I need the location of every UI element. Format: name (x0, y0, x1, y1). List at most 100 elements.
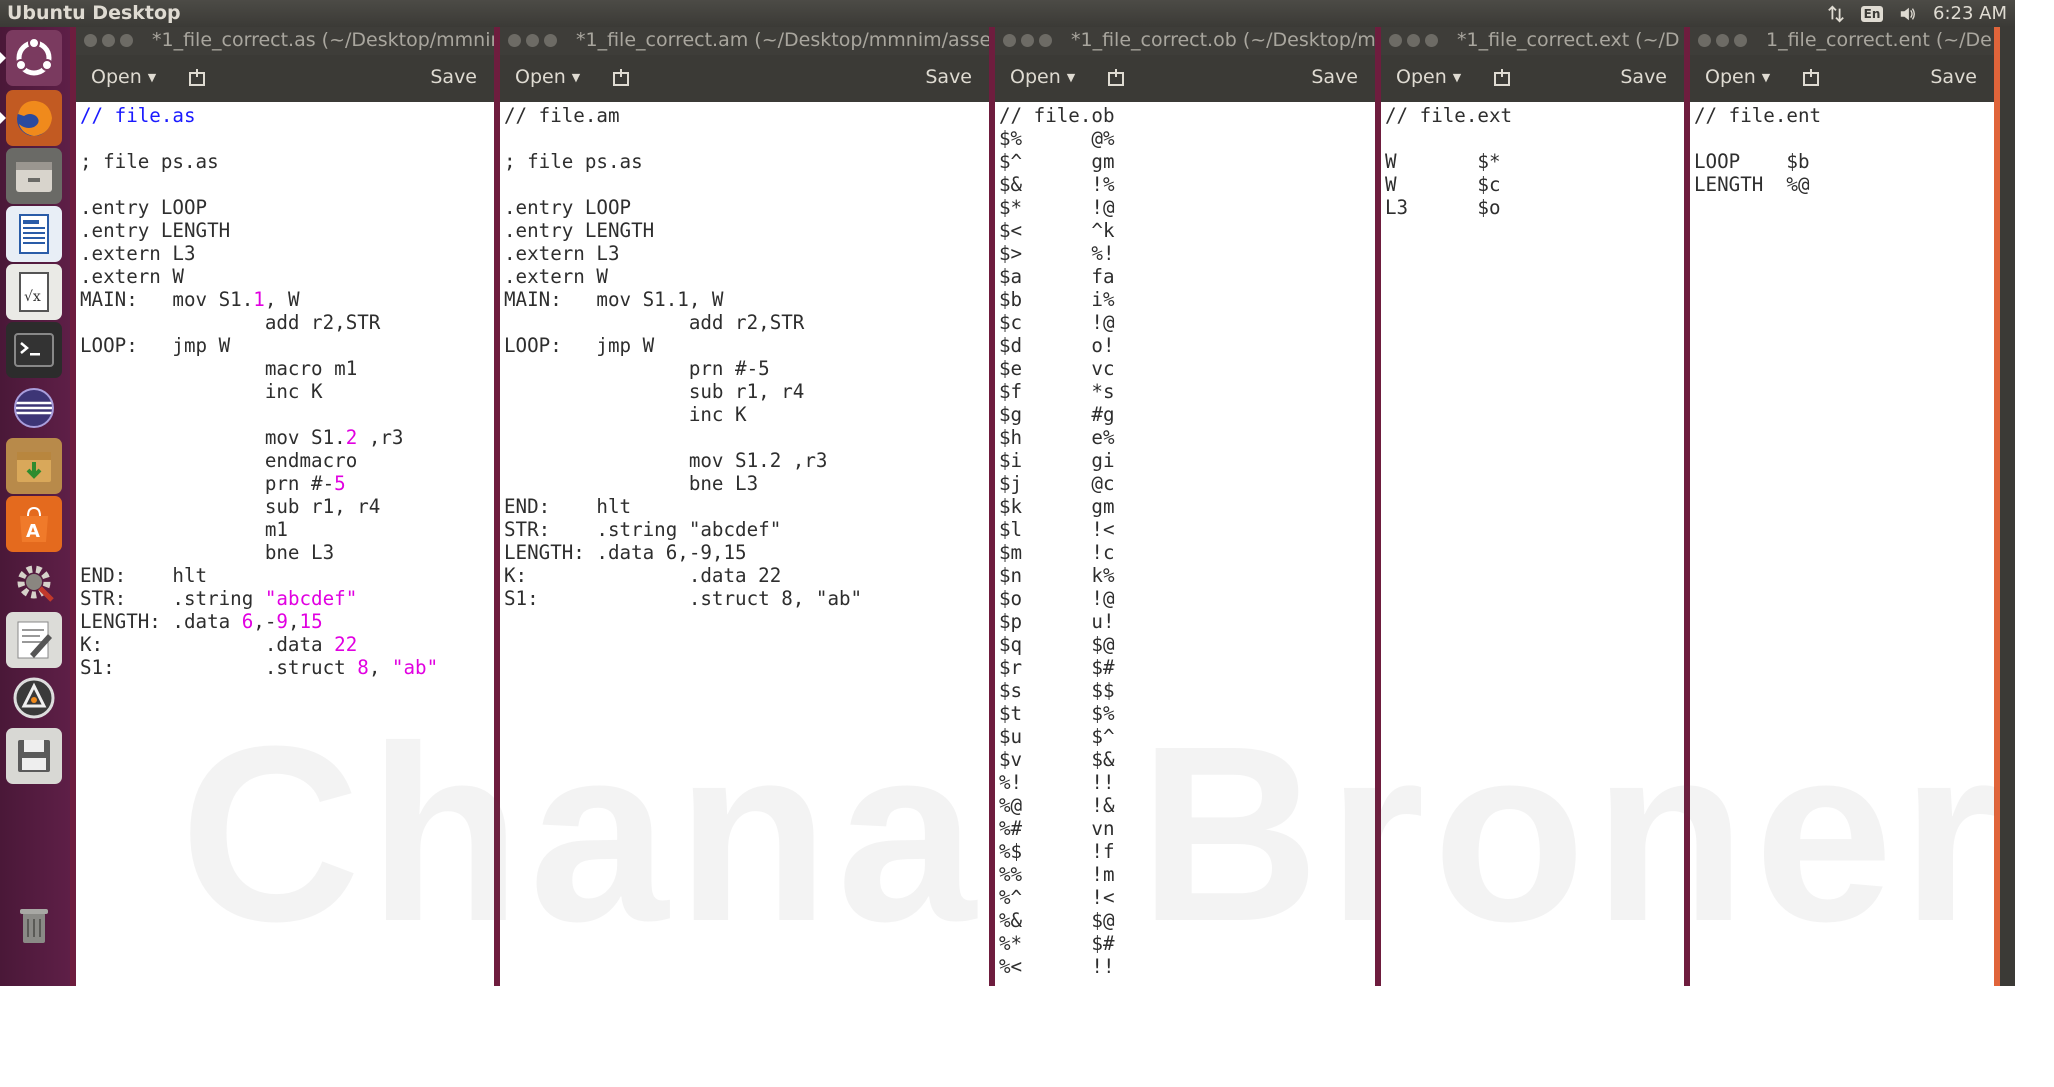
open-button[interactable]: Open ▼ (91, 66, 156, 88)
close-window-button[interactable] (84, 34, 97, 47)
save-button[interactable]: Save (430, 66, 477, 88)
maximize-window-button[interactable] (1734, 34, 1747, 47)
archive-manager-icon[interactable] (6, 438, 62, 494)
save-drive-icon[interactable] (6, 728, 62, 784)
minimize-window-button[interactable] (1021, 34, 1034, 47)
code-token: 1 (253, 288, 265, 311)
code-token: %% !m (999, 863, 1115, 886)
new-document-icon[interactable] (1492, 68, 1512, 88)
window-titlebar[interactable]: *1_file_correct.ext (~/D (1381, 27, 1684, 55)
text-editor-content[interactable]: // file.ob $% @% $^ gm $& !% $* !@ $< ^k $> %!… (995, 102, 1375, 986)
editor-toolbar: Open ▼ Save (500, 55, 989, 102)
code-line: macro m1 (80, 357, 494, 380)
trash-icon[interactable] (6, 897, 62, 953)
network-arrows-icon[interactable] (1825, 4, 1847, 24)
writer-icon[interactable] (6, 206, 62, 262)
code-token: STR: .string (80, 587, 265, 610)
code-line: %& $@ (999, 909, 1375, 932)
code-token: END: hlt (504, 495, 632, 518)
text-editor-icon[interactable] (6, 612, 62, 668)
text-editor-content[interactable]: // file.as ; file ps.as .entry LOOP .entry … (76, 102, 494, 986)
maximize-window-button[interactable] (544, 34, 557, 47)
system-settings-icon[interactable] (6, 554, 62, 610)
code-token: $r $# (999, 656, 1115, 679)
minimize-window-button[interactable] (526, 34, 539, 47)
close-window-button[interactable] (1003, 34, 1016, 47)
open-button[interactable]: Open ▼ (515, 66, 580, 88)
code-line: $q $@ (999, 633, 1375, 656)
open-button[interactable]: Open ▼ (1705, 66, 1770, 88)
ubuntu-dash-icon[interactable] (0, 30, 62, 86)
maximize-window-button[interactable] (120, 34, 133, 47)
editor-window-as: *1_file_correct.as (~/Desktop/mmnim Open… (76, 27, 494, 986)
window-titlebar[interactable]: *1_file_correct.ob (~/Desktop/m (995, 27, 1375, 55)
editor-window-ext: *1_file_correct.ext (~/D Open ▼ Save // f… (1381, 27, 1684, 986)
minimize-window-button[interactable] (102, 34, 115, 47)
code-token: LENGTH: .data (80, 610, 242, 633)
code-token: prn #- (80, 472, 335, 495)
close-window-button[interactable] (508, 34, 521, 47)
close-window-button[interactable] (1389, 34, 1402, 47)
new-document-icon[interactable] (1801, 68, 1821, 88)
code-token: $d o! (999, 334, 1115, 357)
code-line: $b i% (999, 288, 1375, 311)
save-button[interactable]: Save (1930, 66, 1977, 88)
keyboard-layout-indicator[interactable]: En (1860, 4, 1884, 24)
editor-window-ob: *1_file_correct.ob (~/Desktop/m Open ▼ Sa… (995, 27, 1375, 986)
window-title: *1_file_correct.as (~/Desktop/mmnim (152, 29, 494, 51)
text-editor-content[interactable]: // file.ent LOOP $b LENGTH %@ (1690, 102, 1994, 986)
code-token: $q $@ (999, 633, 1115, 656)
code-token: ,- (253, 610, 277, 633)
code-line: .extern W (80, 265, 494, 288)
code-line: $n k% (999, 564, 1375, 587)
code-token: $* !@ (999, 196, 1115, 219)
code-line: inc K (80, 380, 494, 403)
open-button[interactable]: Open ▼ (1010, 66, 1075, 88)
code-line: inc K (504, 403, 989, 426)
window-titlebar[interactable]: 1_file_correct.ent (~/De (1690, 27, 1994, 55)
code-token: add r2,STR (504, 311, 805, 334)
clock[interactable]: 6:23 AM (1933, 3, 2007, 24)
open-button[interactable]: Open ▼ (1396, 66, 1461, 88)
new-document-icon[interactable] (187, 68, 207, 88)
eclipse-icon[interactable] (6, 380, 62, 436)
editor-toolbar: Open ▼ Save (1381, 55, 1684, 102)
code-line: prn #-5 (504, 357, 989, 380)
save-button[interactable]: Save (1311, 66, 1358, 88)
code-token: prn #-5 (504, 357, 770, 380)
maximize-window-button[interactable] (1425, 34, 1438, 47)
code-line: $r $# (999, 656, 1375, 679)
minimize-window-button[interactable] (1407, 34, 1420, 47)
code-line: END: hlt (504, 495, 989, 518)
code-token: MAIN: mov S1.1, W (504, 288, 724, 311)
volume-icon[interactable] (1897, 4, 1919, 24)
code-line: $& !% (999, 173, 1375, 196)
code-line: .extern L3 (80, 242, 494, 265)
minimize-window-button[interactable] (1716, 34, 1729, 47)
code-token: %* $# (999, 932, 1115, 955)
save-button[interactable]: Save (1620, 66, 1667, 88)
software-center-icon[interactable]: A (6, 496, 62, 552)
window-titlebar[interactable]: *1_file_correct.am (~/Desktop/mmnim/asse (500, 27, 989, 55)
code-line: $h e% (999, 426, 1375, 449)
code-token: K: .data 22 (504, 564, 782, 587)
code-token: // file.ent (1694, 104, 1822, 127)
new-document-icon[interactable] (611, 68, 631, 88)
maximize-window-button[interactable] (1039, 34, 1052, 47)
close-window-button[interactable] (1698, 34, 1711, 47)
code-line: prn #-5 (80, 472, 494, 495)
text-editor-content[interactable]: // file.am ; file ps.as .entry LOOP .entry … (500, 102, 989, 986)
terminal-icon[interactable] (6, 322, 62, 378)
files-icon[interactable] (6, 148, 62, 204)
save-button[interactable]: Save (925, 66, 972, 88)
software-updater-icon[interactable] (6, 670, 62, 726)
math-icon[interactable]: √x (6, 264, 62, 320)
code-token: S1: .struct 8, "ab" (504, 587, 863, 610)
firefox-icon[interactable] (0, 90, 62, 146)
window-titlebar[interactable]: *1_file_correct.as (~/Desktop/mmnim (76, 27, 494, 55)
code-token: $n k% (999, 564, 1115, 587)
new-document-icon[interactable] (1106, 68, 1126, 88)
text-editor-content[interactable]: // file.ext W $* W $c L3 $o (1381, 102, 1684, 986)
code-line: LENGTH %@ (1694, 173, 1994, 196)
